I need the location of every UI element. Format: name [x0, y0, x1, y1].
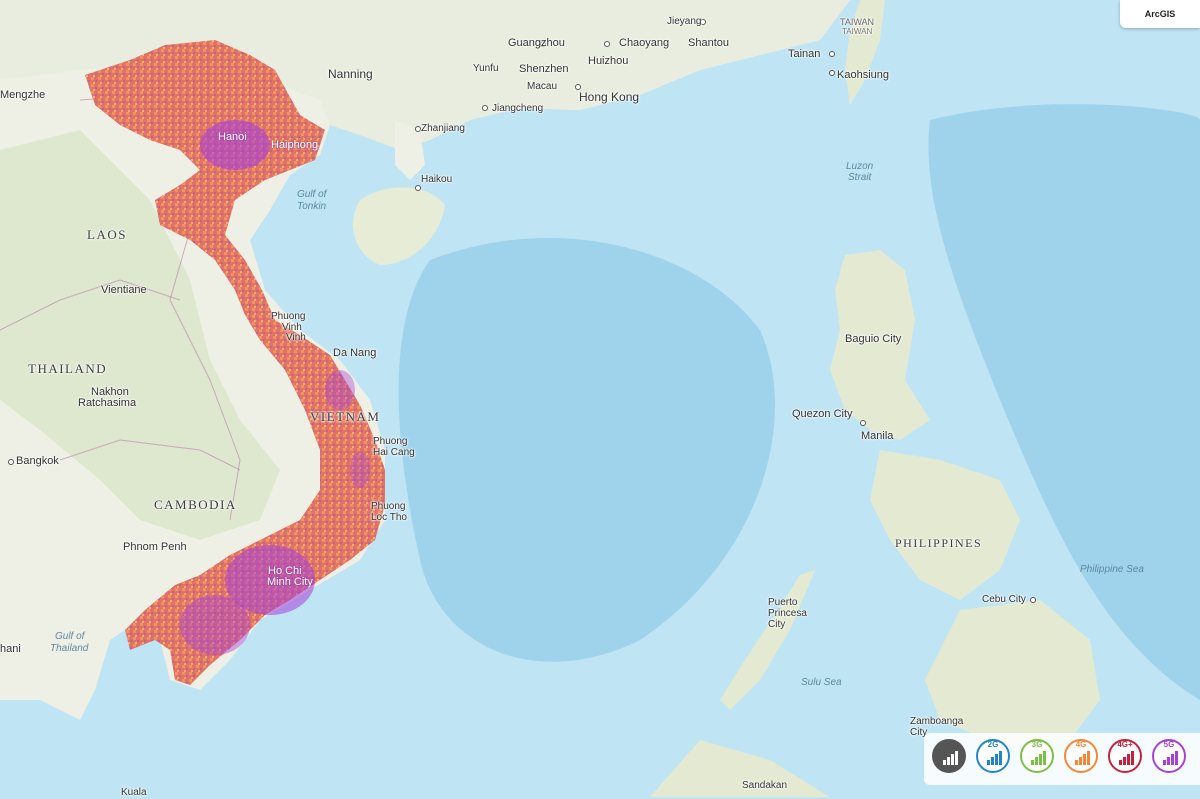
label-hongkong: Hong Kong	[579, 90, 640, 104]
label-phuong-hai-2: Hai Cang	[373, 447, 415, 458]
signal-4g-toggle-button[interactable]: 4G	[1064, 739, 1098, 773]
label-thailand: THAILAND	[28, 361, 108, 376]
label-vietnam: VIETNAM	[310, 409, 381, 424]
label-zhanjiang: Zhanjiang	[421, 123, 465, 134]
signal-4gplus-icon	[1119, 751, 1135, 765]
signal-4gplus-toggle-button[interactable]: 4G+	[1108, 739, 1142, 773]
label-sandakan: Sandakan	[742, 780, 788, 791]
tech-label: 3G	[1031, 740, 1043, 749]
tech-label: 2G	[987, 740, 999, 749]
label-danang: Da Nang	[333, 347, 377, 359]
label-haikou: Haikou	[421, 174, 453, 185]
label-yunfu: Yunfu	[473, 63, 499, 74]
label-gulf-thailand-1: Gulf of	[55, 631, 85, 642]
label-vientiane: Vientiane	[101, 284, 147, 296]
label-shantou: Shantou	[688, 37, 729, 49]
label-quezon: Quezon City	[792, 408, 853, 420]
label-macau: Macau	[527, 81, 558, 92]
label-hani: hani	[0, 643, 21, 655]
label-taiwan-alt: TAIWAN	[842, 27, 873, 36]
signal-2g-toggle-button[interactable]: 2G	[976, 739, 1010, 773]
label-mengzhe: Mengzhe	[0, 89, 46, 101]
label-chaoyang: Chaoyang	[619, 37, 670, 49]
label-jiangcheng: Jiangcheng	[492, 103, 544, 114]
signal-2g-icon	[987, 751, 1003, 765]
label-guangzhou: Guangzhou	[508, 37, 565, 49]
label-kaohsiung: Kaohsiung	[837, 69, 889, 81]
label-philippine-sea: Philippine Sea	[1080, 564, 1144, 575]
label-huizhou: Huizhou	[588, 55, 629, 67]
label-gulf-tonkin-1: Gulf of	[297, 189, 327, 200]
no-coverage-icon	[943, 751, 959, 765]
label-hanoi: Hanoi	[218, 131, 247, 143]
label-phnompenh: Phnom Penh	[123, 541, 187, 553]
label-baguio: Baguio City	[845, 333, 902, 345]
label-luzon-2: Strait	[848, 172, 872, 183]
tech-label: 4G	[1075, 740, 1087, 749]
label-puerto-3: City	[768, 619, 786, 630]
no-coverage-toggle-button[interactable]	[932, 739, 966, 773]
signal-5g-toggle-button[interactable]: 5G	[1152, 739, 1186, 773]
label-hcm-2: Minh City	[267, 576, 313, 588]
signal-3g-toggle-button[interactable]: 3G	[1020, 739, 1054, 773]
tech-label: 5G	[1163, 740, 1175, 749]
arcgis-label: ArcGIS	[1144, 9, 1176, 19]
signal-5g-icon	[1163, 751, 1179, 765]
label-shenzhen: Shenzhen	[519, 63, 569, 75]
label-cebu: Cebu City	[982, 594, 1026, 605]
label-phuong-vinh-3: Vinh	[286, 332, 306, 343]
label-nanning: Nanning	[328, 67, 373, 81]
signal-3g-icon	[1031, 751, 1047, 765]
arcgis-attribution-badge[interactable]: ArcGIS	[1120, 0, 1200, 28]
label-phuong-loc-2: Loc Tho	[371, 512, 407, 523]
label-gulf-thailand-2: Thailand	[50, 643, 89, 654]
label-cambodia: CAMBODIA	[154, 497, 237, 512]
label-laos: LAOS	[87, 227, 127, 242]
label-jieyang: Jieyang	[667, 16, 702, 27]
label-gulf-tonkin-2: Tonkin	[297, 201, 327, 212]
label-philippines: PHILIPPINES	[895, 536, 983, 550]
label-haiphong: Haiphong	[271, 139, 319, 151]
label-sulu: Sulu Sea	[801, 677, 842, 688]
base-map[interactable]	[0, 0, 1200, 797]
label-kuala: Kuala	[121, 787, 147, 798]
signal-4g-icon	[1075, 751, 1091, 765]
tech-label: 4G+	[1117, 740, 1133, 749]
coverage-legend: 2G 3G 4G 4G+ 5G	[924, 733, 1200, 785]
label-bangkok: Bangkok	[16, 455, 59, 467]
label-nakhon-2: Ratchasima	[78, 397, 137, 409]
label-tainan: Tainan	[788, 48, 821, 60]
label-manila: Manila	[861, 430, 894, 442]
